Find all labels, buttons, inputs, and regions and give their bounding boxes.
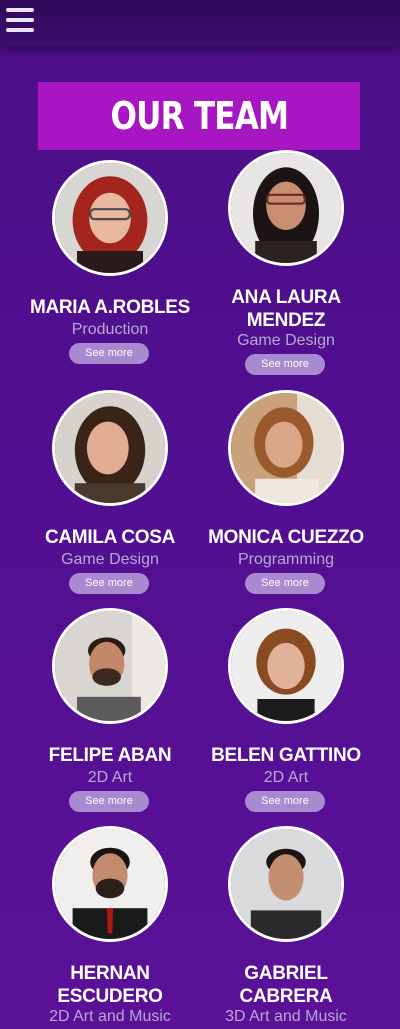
member-role: Programming: [237, 551, 335, 568]
see-more-button[interactable]: See more: [69, 343, 149, 364]
see-more-button[interactable]: See more: [69, 573, 149, 594]
member-role: 2D Art: [87, 769, 133, 786]
member-role: 2D Art: [263, 769, 309, 786]
see-more-button[interactable]: See more: [69, 791, 149, 812]
member-role: 3D Art and Music: [225, 1008, 347, 1025]
member-role: 2D Art and Music: [49, 1008, 171, 1025]
avatar: [228, 826, 344, 942]
see-more-button[interactable]: See more: [245, 354, 325, 375]
page-title: OUR TEAM: [110, 94, 289, 138]
top-bar: [0, 0, 400, 46]
title-banner: OUR TEAM: [38, 82, 360, 150]
member-name: MARIA A.ROBLES: [29, 297, 191, 318]
member-role: Game Design: [237, 332, 335, 349]
member-name: GABRIEL CABRERA: [239, 963, 333, 1007]
member-name: FELIPE ABAN: [48, 745, 172, 766]
avatar: [52, 826, 168, 942]
avatar: [52, 608, 168, 724]
avatar: [52, 160, 168, 276]
avatar: [228, 150, 344, 266]
see-more-button[interactable]: See more: [245, 573, 325, 594]
hamburger-menu-icon[interactable]: [6, 8, 34, 34]
see-more-button[interactable]: See more: [245, 791, 325, 812]
avatar: [52, 390, 168, 506]
member-name: ANA LAURA MENDEZ: [231, 287, 341, 331]
member-name: HERNAN ESCUDERO: [57, 963, 163, 1007]
member-name: BELEN GATTINO: [211, 745, 361, 766]
member-role: Production: [71, 321, 149, 338]
avatar: [228, 390, 344, 506]
member-name: MONICA CUEZZO: [208, 527, 364, 548]
avatar: [228, 608, 344, 724]
member-name: CAMILA COSA: [44, 527, 176, 548]
member-role: Game Design: [61, 551, 159, 568]
